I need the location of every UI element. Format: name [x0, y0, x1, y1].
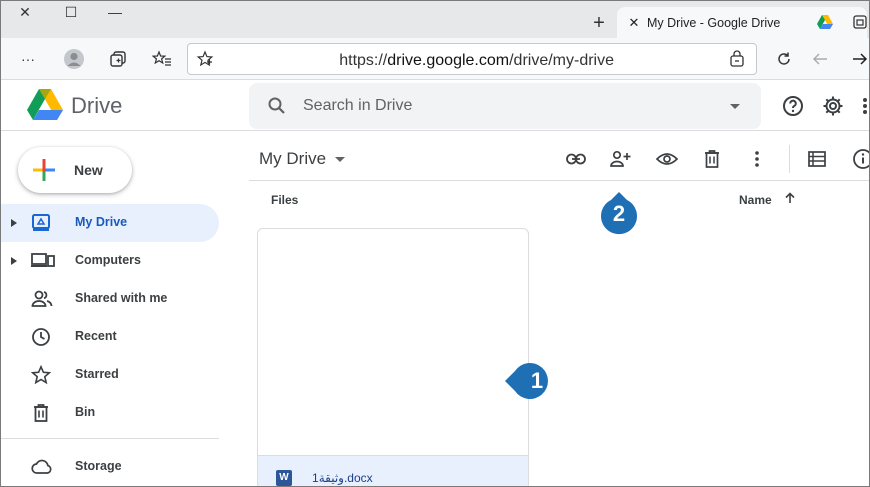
sidebar-nav: My Drive Computers Shared with me Recent	[1, 204, 219, 432]
sidebar-item-label: Recent	[75, 329, 117, 343]
preview-eye-icon[interactable]	[653, 147, 681, 171]
sidebar-item-label: Computers	[75, 253, 141, 267]
drive-favicon-icon	[817, 15, 833, 29]
browser-window: ✕ ☐ — + ✕ My Drive - Google Drive ··· ht…	[0, 0, 870, 487]
url-prefix: https://	[339, 52, 388, 69]
cloud-icon	[31, 457, 53, 475]
callout-number: 1	[530, 368, 544, 393]
profile-avatar[interactable]	[61, 46, 87, 72]
refresh-icon[interactable]	[771, 46, 797, 72]
file-card[interactable]: W وثيقة1.docx	[257, 228, 529, 486]
collections-icon[interactable]	[105, 46, 131, 72]
search-input[interactable]: Search in Drive	[303, 97, 412, 115]
star-icon	[31, 365, 51, 385]
sidebar-item-storage[interactable]: Storage	[1, 447, 219, 485]
file-name[interactable]: وثيقة1.docx	[312, 471, 373, 485]
toolbar-divider	[789, 145, 790, 173]
callout-1-badge: 1	[505, 359, 553, 403]
drive-header: Drive Search in Drive	[1, 81, 869, 131]
expand-arrow-icon[interactable]	[10, 256, 18, 266]
url-path: /drive/my-drive	[509, 52, 614, 69]
storage-label: Storage	[75, 459, 122, 473]
sidebar-item-my-drive[interactable]: My Drive	[1, 204, 219, 242]
list-view-icon[interactable]	[803, 147, 831, 171]
computers-icon	[31, 251, 55, 271]
page-info-icon[interactable]	[192, 46, 218, 72]
tab-actions-icon[interactable]	[853, 15, 867, 29]
sidebar-item-label: Bin	[75, 405, 96, 419]
share-add-person-icon[interactable]	[607, 147, 635, 171]
search-options-icon[interactable]	[729, 103, 741, 111]
forward-icon[interactable]	[847, 46, 869, 72]
my-drive-icon	[31, 213, 51, 233]
apps-more-icon[interactable]	[861, 94, 869, 118]
settings-gear-icon[interactable]	[821, 94, 845, 118]
sidebar-item-label: My Drive	[75, 215, 128, 229]
get-link-icon[interactable]	[562, 147, 590, 171]
search-box[interactable]: Search in Drive	[249, 83, 761, 129]
sidebar-divider	[1, 438, 219, 439]
trash-icon	[31, 403, 51, 423]
callout-number: 2	[612, 201, 626, 226]
sidebar-item-label: Starred	[75, 367, 119, 381]
window-maximize-button[interactable]: ☐	[53, 1, 89, 23]
browser-tab[interactable]: ✕ My Drive - Google Drive	[617, 7, 867, 38]
file-card-footer[interactable]	[258, 455, 528, 486]
sort-ascending-icon[interactable]	[784, 192, 796, 204]
favorites-list-icon[interactable]	[149, 46, 175, 72]
remove-trash-icon[interactable]	[698, 147, 726, 171]
back-icon[interactable]	[807, 46, 833, 72]
sidebar-item-recent[interactable]: Recent	[1, 318, 219, 356]
files-section-label: Files	[271, 193, 299, 207]
sidebar-item-label: Shared with me	[75, 291, 168, 305]
title-bar: ✕ ☐ — + ✕ My Drive - Google Drive	[1, 1, 869, 38]
clock-icon	[31, 327, 51, 347]
more-menu-button[interactable]: ···	[15, 46, 41, 72]
help-icon[interactable]	[781, 94, 805, 118]
sidebar-item-shared-with-me[interactable]: Shared with me	[1, 280, 219, 318]
address-bar: ··· https://drive.google.com/drive/my-dr…	[1, 38, 869, 80]
new-button-label: New	[74, 162, 103, 178]
title-dropdown-icon[interactable]	[335, 157, 345, 163]
sort-by-name[interactable]: Name	[739, 193, 772, 207]
window-minimize-button[interactable]: —	[97, 1, 133, 23]
callout-2-badge: 2	[597, 192, 641, 236]
url-host: drive.google.com	[387, 52, 510, 69]
window-close-button[interactable]: ✕	[7, 1, 43, 23]
new-button[interactable]: New	[18, 147, 132, 193]
sidebar-item-computers[interactable]: Computers	[1, 242, 219, 280]
new-tab-button[interactable]: +	[587, 13, 611, 35]
plus-icon	[32, 158, 56, 182]
more-actions-icon[interactable]	[743, 147, 771, 171]
url-text: https://drive.google.com/drive/my-drive	[339, 52, 614, 70]
app-available-icon[interactable]	[724, 46, 750, 72]
search-icon[interactable]	[267, 96, 287, 116]
drive-brand[interactable]: Drive	[71, 93, 122, 119]
toolbar-separator	[249, 180, 869, 181]
sidebar-item-bin[interactable]: Bin	[1, 394, 219, 432]
word-doc-icon: W	[276, 470, 292, 486]
tab-title: My Drive - Google Drive	[647, 15, 781, 30]
info-icon[interactable]	[849, 147, 869, 171]
expand-arrow-icon[interactable]	[10, 218, 18, 228]
url-field[interactable]: https://drive.google.com/drive/my-drive	[187, 43, 757, 75]
my-drive-title[interactable]: My Drive	[259, 149, 326, 169]
tab-close-button[interactable]: ✕	[623, 15, 645, 31]
drive-logo-icon[interactable]	[27, 89, 63, 121]
sidebar-item-starred[interactable]: Starred	[1, 356, 219, 394]
shared-icon	[31, 289, 53, 309]
